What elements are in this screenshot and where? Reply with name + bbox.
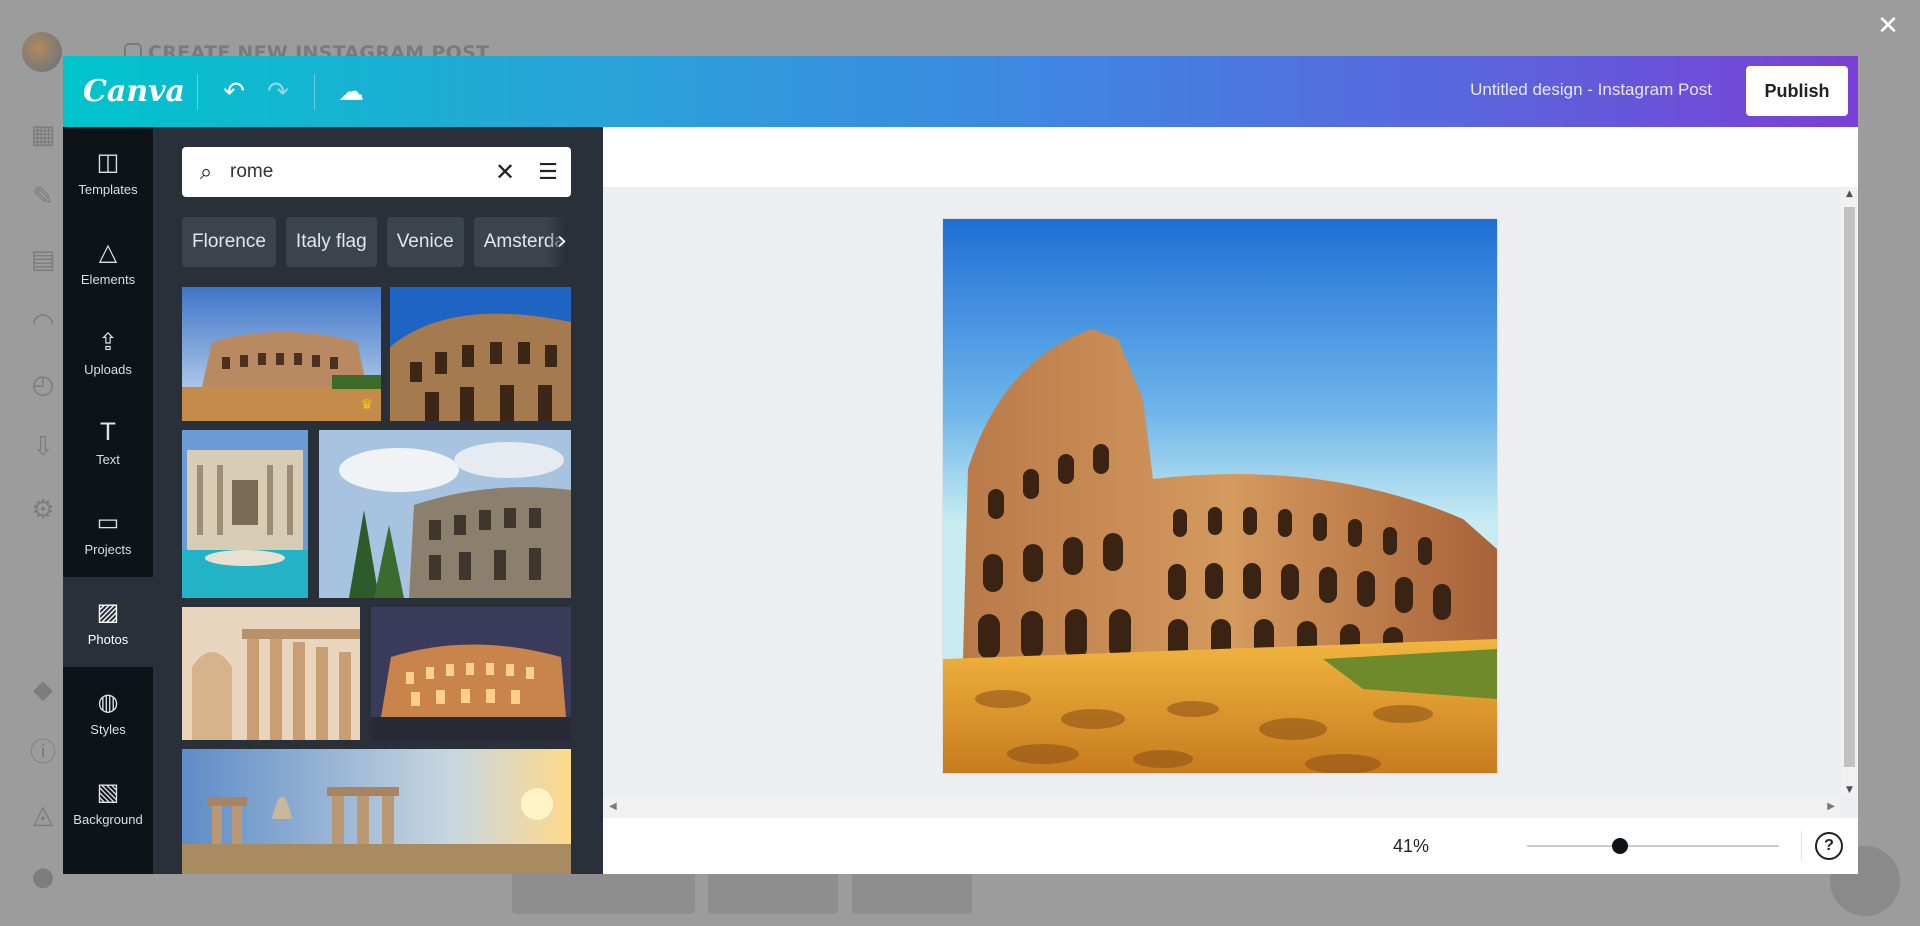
background-logo <box>22 32 62 72</box>
palette-icon: ◍ <box>97 687 119 716</box>
colosseum-cloudy-photo <box>319 430 571 598</box>
photo-result-colosseum-closeup[interactable] <box>390 287 571 421</box>
background-history-icon: ◴ <box>31 370 55 400</box>
sidebar-item-elements[interactable]: △ Elements <box>63 217 153 307</box>
canva-logo: Canva <box>83 74 185 109</box>
background-button <box>852 870 972 914</box>
zoom-percentage[interactable]: 41% <box>1393 836 1429 857</box>
scroll-left-icon[interactable]: ◀ <box>609 801 617 812</box>
background-download-icon: ⇩ <box>32 432 54 462</box>
publish-button[interactable]: Publish <box>1746 66 1848 116</box>
sidebar-item-photos[interactable]: ▨ Photos <box>63 577 153 667</box>
background-button <box>512 870 695 914</box>
hatch-icon: ▧ <box>96 777 120 806</box>
cloud-saved-icon[interactable]: ☁ <box>329 70 373 114</box>
photo-search-bar: ⌕ ✕ ☰ <box>182 147 571 197</box>
photo-result-trevi-fountain[interactable] <box>182 430 308 598</box>
zoom-slider-thumb[interactable] <box>1612 838 1628 854</box>
scroll-right-icon[interactable]: ▶ <box>1827 801 1835 812</box>
sidebar-item-label: Templates <box>78 181 138 197</box>
scroll-thumb[interactable] <box>1844 207 1855 767</box>
undo-icon[interactable]: ↶ <box>212 70 256 114</box>
design-page-colosseum-image[interactable] <box>943 219 1497 773</box>
horizontal-scrollbar[interactable]: ◀ ▶ <box>603 797 1841 818</box>
redo-icon[interactable]: ↷ <box>256 70 300 114</box>
chip-florence[interactable]: Florence <box>182 217 276 267</box>
sidebar-nav: ◫ Templates △ Elements ⇪ Uploads T Text … <box>63 127 153 874</box>
background-dashboard-icon: ▦ <box>30 120 56 150</box>
image-icon: ▨ <box>96 597 120 626</box>
chip-venice[interactable]: Venice <box>386 217 464 267</box>
chevron-right-icon[interactable]: › <box>547 217 577 267</box>
sidebar-item-label: Background <box>73 811 143 827</box>
photo-result-colosseum[interactable]: ♛ <box>182 287 381 421</box>
background-button <box>708 870 838 914</box>
photo-result-colosseum-cloudy[interactable] <box>319 430 571 598</box>
trevi-fountain-photo <box>182 430 308 598</box>
sidebar-item-background[interactable]: ▧ Background <box>63 757 153 847</box>
palmyra-columns-photo <box>182 607 360 740</box>
canva-editor-modal: Canva ↶ ↷ ☁ Untitled design - Instagram … <box>63 56 1858 874</box>
sidebar-item-templates[interactable]: ◫ Templates <box>63 127 153 217</box>
filter-icon[interactable]: ☰ <box>525 160 571 185</box>
close-modal-icon[interactable]: ✕ <box>1872 10 1904 42</box>
photo-result-colosseum-night[interactable] <box>371 607 571 740</box>
text-icon: T <box>100 417 116 446</box>
sidebar-item-uploads[interactable]: ⇪ Uploads <box>63 307 153 397</box>
clear-search-icon[interactable]: ✕ <box>485 158 525 186</box>
sidebar-item-label: Projects <box>84 541 132 557</box>
sidebar-item-label: Text <box>96 451 120 467</box>
template-icon: ◫ <box>96 147 120 176</box>
crown-icon: ♛ <box>360 397 373 413</box>
roman-forum-photo <box>182 749 571 874</box>
sidebar-item-text[interactable]: T Text <box>63 397 153 487</box>
toolbar-divider <box>197 73 198 110</box>
colosseum-closeup-photo <box>390 287 571 421</box>
search-icon: ⌕ <box>199 159 213 185</box>
background-feed-icon: ◠ <box>31 308 55 338</box>
editor-toolbar: Canva ↶ ↷ ☁ Untitled design - Instagram … <box>63 56 1858 127</box>
sidebar-item-label: Elements <box>80 271 136 287</box>
sidebar-item-styles[interactable]: ◍ Styles <box>63 667 153 757</box>
sidebar-item-projects[interactable]: ▭ Projects <box>63 487 153 577</box>
shapes-icon: △ <box>98 237 118 266</box>
suggestion-chips: Florence Italy flag Venice Amsterdam <box>182 217 571 267</box>
zoom-slider-track[interactable] <box>1527 845 1779 847</box>
background-settings-icon: ⚙ <box>31 495 55 525</box>
canvas-footer: 41% ? <box>603 818 1858 874</box>
sidebar-item-label: Photos <box>87 631 129 647</box>
toolbar-divider <box>314 73 315 110</box>
scroll-up-icon[interactable]: ▲ <box>1841 189 1858 199</box>
background-bell-icon: ◬ <box>33 800 53 830</box>
photo-result-palmyra-columns[interactable] <box>182 607 360 740</box>
photos-panel: ⌕ ✕ ☰ Florence Italy flag Venice Amsterd… <box>153 127 603 874</box>
canvas-context-bar <box>603 127 1858 187</box>
folder-icon: ▭ <box>96 507 120 536</box>
background-avatar-icon: ● <box>31 862 55 892</box>
sidebar-item-label: Uploads <box>84 361 132 377</box>
footer-divider <box>1801 831 1802 861</box>
scroll-down-icon[interactable]: ▼ <box>1841 785 1858 795</box>
background-document-icon: ▤ <box>30 245 56 275</box>
help-icon[interactable]: ? <box>1815 832 1843 860</box>
background-twitter-icon: ◆ <box>33 675 53 705</box>
document-title: Untitled design - Instagram Post <box>1470 80 1712 99</box>
photo-result-roman-forum[interactable] <box>182 749 571 874</box>
vertical-scrollbar[interactable]: ▲ ▼ <box>1841 187 1858 797</box>
background-edit-icon: ✎ <box>32 182 54 212</box>
sidebar-item-label: Styles <box>90 721 126 737</box>
chip-italy-flag[interactable]: Italy flag <box>285 217 377 267</box>
search-input[interactable] <box>230 161 485 183</box>
cloud-upload-icon: ⇪ <box>97 327 119 356</box>
colosseum-photo <box>182 287 381 421</box>
colosseum-design-image <box>943 219 1497 773</box>
background-info-icon: ⓘ <box>29 738 56 768</box>
colosseum-night-photo <box>371 607 571 740</box>
